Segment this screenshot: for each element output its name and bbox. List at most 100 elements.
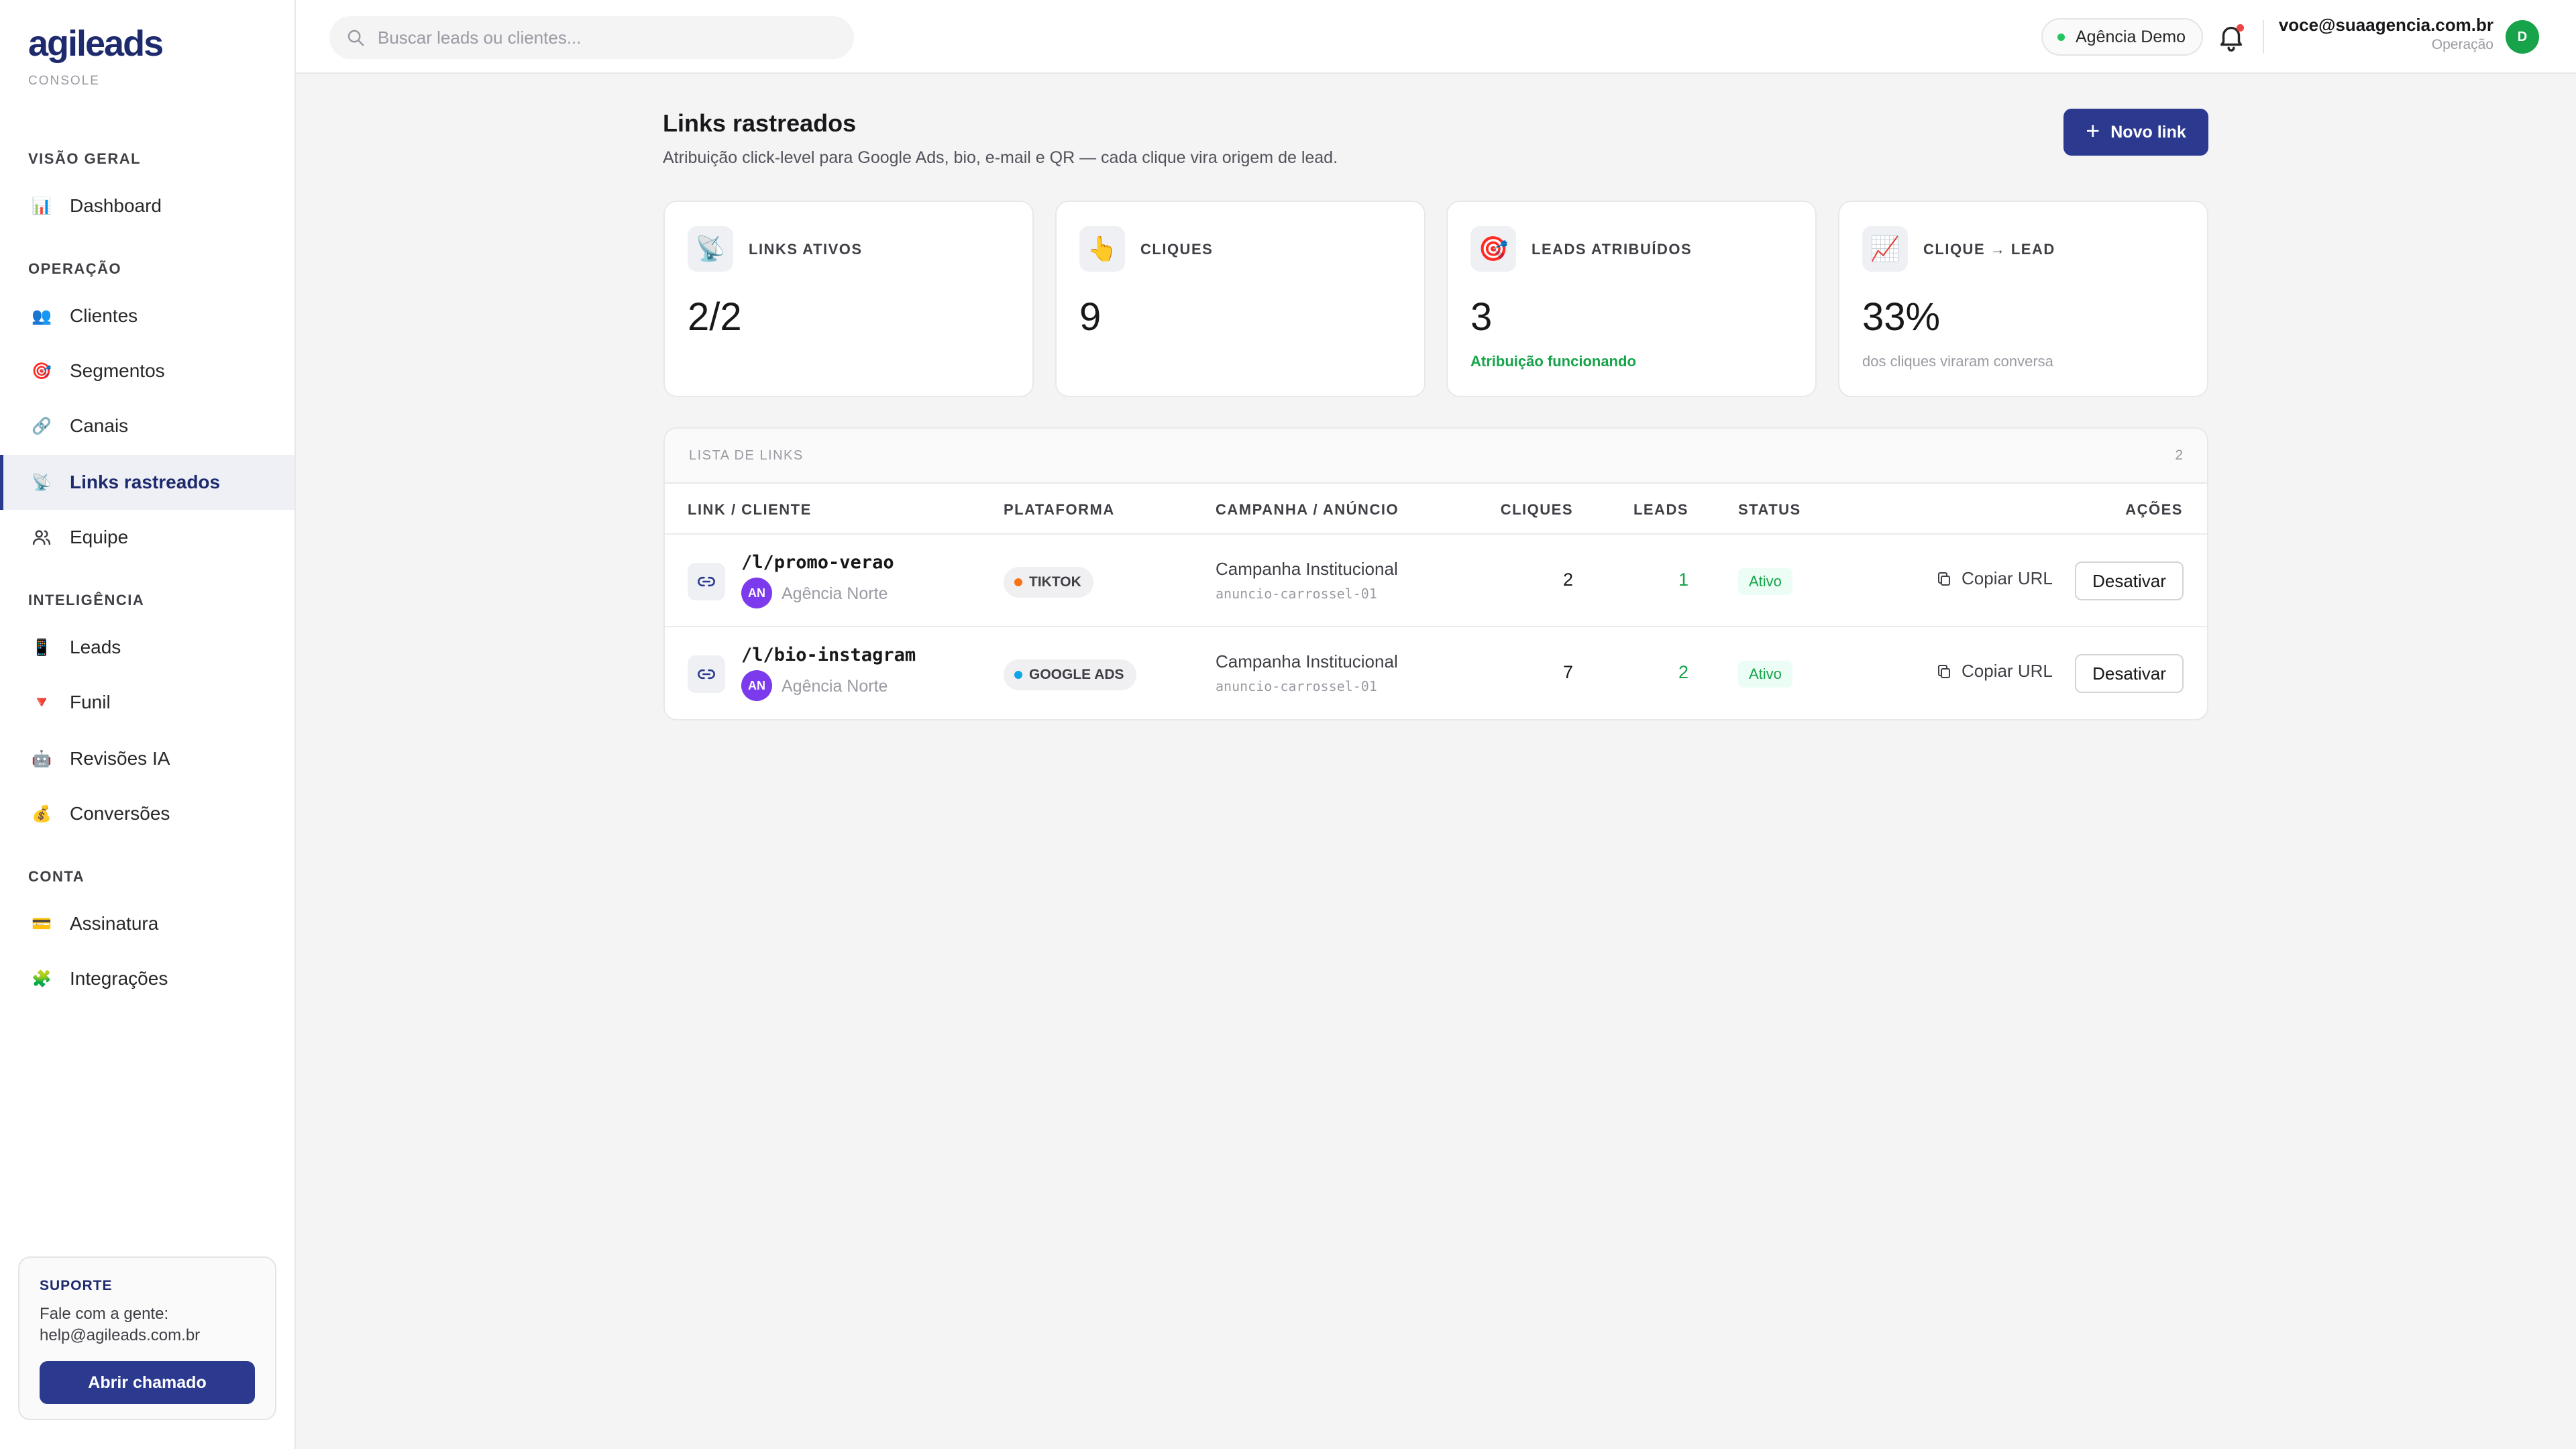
plus-icon: +: [2086, 117, 2100, 144]
new-link-button[interactable]: + Novo link: [2063, 109, 2208, 156]
campaign-name: Campanha Institucional: [1216, 651, 1398, 672]
sidebar-item-segmentos[interactable]: 🎯 Segmentos: [0, 343, 294, 398]
copy-url-button[interactable]: Copiar URL: [1936, 568, 2053, 589]
sidebar-item-canais[interactable]: 🔗 Canais: [0, 398, 294, 453]
satellite-icon: 📡: [688, 226, 733, 272]
deactivate-button[interactable]: Desativar: [2075, 654, 2184, 693]
chain-link-icon: 🔗: [32, 417, 52, 435]
phone-icon: 📱: [32, 638, 52, 657]
robot-icon: 🤖: [32, 749, 52, 768]
sidebar-item-label: Segmentos: [70, 360, 165, 381]
platform-dot: [1014, 671, 1022, 679]
link-path[interactable]: /l/promo-verao: [741, 552, 894, 573]
sidebar-item-label: Leads: [70, 637, 121, 657]
sidebar-item-integracoes[interactable]: 🧩 Integrações: [0, 951, 294, 1006]
sidebar-item-assinatura[interactable]: 💳 Assinatura: [0, 896, 294, 951]
platform-label: GOOGLE ADS: [1029, 667, 1124, 682]
open-ticket-button[interactable]: Abrir chamado: [40, 1361, 255, 1404]
search-icon: [345, 28, 366, 48]
sidebar: agileads CONSOLE VISÃO GERAL 📊 Dashboard…: [0, 0, 296, 1449]
search-input[interactable]: [378, 27, 780, 48]
bar-chart-icon: 📊: [32, 197, 52, 215]
page-subtitle: Atribuição click-level para Google Ads, …: [663, 148, 1338, 167]
stat-card-attributed-leads: 🎯 LEADS ATRIBUÍDOS 3 Atribuição funciona…: [1446, 201, 1817, 397]
notifications-button[interactable]: [2216, 21, 2247, 52]
agency-selector[interactable]: Agência Demo: [2041, 18, 2203, 56]
column-header: AÇÕES: [2125, 501, 2183, 518]
puzzle-icon: 🧩: [32, 969, 52, 988]
table-count: 2: [2175, 447, 2183, 463]
copy-url-label: Copiar URL: [1962, 661, 2053, 681]
sidebar-item-links-rastreados[interactable]: 📡 Links rastreados: [0, 455, 294, 510]
stat-note: dos cliques viraram conversa: [1862, 353, 2053, 370]
users-icon: 👥: [32, 307, 52, 325]
leads-value: 2: [1678, 662, 1688, 682]
copy-icon: [1938, 572, 1950, 586]
stat-label: LEADS ATRIBUÍDOS: [1532, 241, 1693, 258]
avatar[interactable]: D: [2506, 20, 2539, 54]
stat-label: CLIQUES: [1140, 241, 1214, 258]
sidebar-item-label: Canais: [70, 415, 129, 436]
link-path[interactable]: /l/bio-instagram: [741, 645, 916, 665]
user-email: voce@suaagencia.com.br: [2278, 15, 2493, 35]
sidebar-item-label: Equipe: [70, 527, 129, 547]
column-header: CAMPANHA / ANÚNCIO: [1216, 501, 1399, 518]
leads-value: 1: [1678, 570, 1688, 590]
stat-card-clicks: 👆 CLIQUES 9: [1055, 201, 1426, 397]
stat-value: 3: [1470, 295, 1493, 339]
sidebar-item-label: Clientes: [70, 305, 138, 326]
column-header: STATUS: [1738, 501, 1801, 518]
table-columns: LINK / CLIENTE PLATAFORMA CAMPANHA / ANÚ…: [665, 484, 2207, 535]
column-header: LEADS: [1633, 501, 1688, 518]
stat-label: LINKS ATIVOS: [749, 241, 863, 258]
column-header: LINK / CLIENTE: [688, 501, 812, 518]
sidebar-item-label: Dashboard: [70, 195, 162, 216]
status-dot: [2057, 33, 2065, 41]
links-table: LISTA DE LINKS 2 LINK / CLIENTE PLATAFOR…: [663, 427, 2208, 720]
table-header: LISTA DE LINKS 2: [665, 429, 2207, 484]
campaign-name: Campanha Institucional: [1216, 559, 1398, 579]
stat-card-active-links: 📡 LINKS ATIVOS 2/2: [663, 201, 1034, 397]
copy-url-label: Copiar URL: [1962, 568, 2053, 588]
copy-icon: [1938, 664, 1950, 678]
support-text-line: Fale com a gente:: [40, 1305, 169, 1323]
stat-value: 33%: [1862, 295, 1941, 339]
user-menu[interactable]: voce@suaagencia.com.br Operação: [2279, 15, 2493, 53]
support-text: Fale com a gente: help@agileads.com.br: [40, 1303, 255, 1346]
sidebar-item-funil[interactable]: 🔻 Funil: [0, 675, 294, 730]
ad-name: anuncio-carrossel-01: [1216, 586, 1377, 602]
sidebar-item-dashboard[interactable]: 📊 Dashboard: [0, 178, 294, 233]
sidebar-item-label: Funil: [70, 692, 111, 712]
brand-subtitle: CONSOLE: [28, 74, 100, 88]
sidebar-item-leads[interactable]: 📱 Leads: [0, 620, 294, 675]
table-title: LISTA DE LINKS: [689, 447, 804, 463]
deactivate-button[interactable]: Desativar: [2075, 561, 2184, 600]
section-title: INTELIGÊNCIA: [28, 592, 145, 608]
stat-note: Atribuição funcionando: [1470, 353, 1636, 370]
support-card: SUPORTE Fale com a gente: help@agileads.…: [18, 1256, 276, 1420]
platform-badge: TIKTOK: [1004, 567, 1093, 598]
column-header: CLIQUES: [1500, 501, 1573, 518]
stat-card-click-to-lead: 📈 CLIQUE → LEAD 33% dos cliques viraram …: [1838, 201, 2208, 397]
topbar: Agência Demo voce@suaagencia.com.br Oper…: [296, 0, 2576, 74]
client-avatar: AN: [741, 670, 772, 701]
stat-label: CLIQUE → LEAD: [1923, 241, 2055, 258]
sidebar-item-label: Integrações: [70, 968, 168, 989]
agency-name: Agência Demo: [2076, 27, 2186, 46]
satellite-icon: 📡: [32, 473, 52, 492]
sidebar-item-equipe[interactable]: Equipe: [0, 510, 294, 565]
link-icon: [688, 563, 725, 600]
sidebar-item-revisoes-ia[interactable]: 🤖 Revisões IA: [0, 731, 294, 786]
copy-url-button[interactable]: Copiar URL: [1936, 661, 2053, 682]
sidebar-item-label: Revisões IA: [70, 748, 170, 769]
status-badge: Ativo: [1738, 568, 1792, 595]
trend-up-icon: 📈: [1862, 226, 1908, 272]
search-box[interactable]: [329, 16, 854, 59]
notification-badge: [2237, 24, 2244, 32]
sidebar-item-clientes[interactable]: 👥 Clientes: [0, 288, 294, 343]
team-icon: [28, 524, 55, 551]
brand-logo[interactable]: agileads: [28, 23, 164, 64]
status-badge: Ativo: [1738, 661, 1792, 688]
support-email[interactable]: help@agileads.com.br: [40, 1325, 255, 1346]
sidebar-item-conversoes[interactable]: 💰 Conversões: [0, 786, 294, 841]
